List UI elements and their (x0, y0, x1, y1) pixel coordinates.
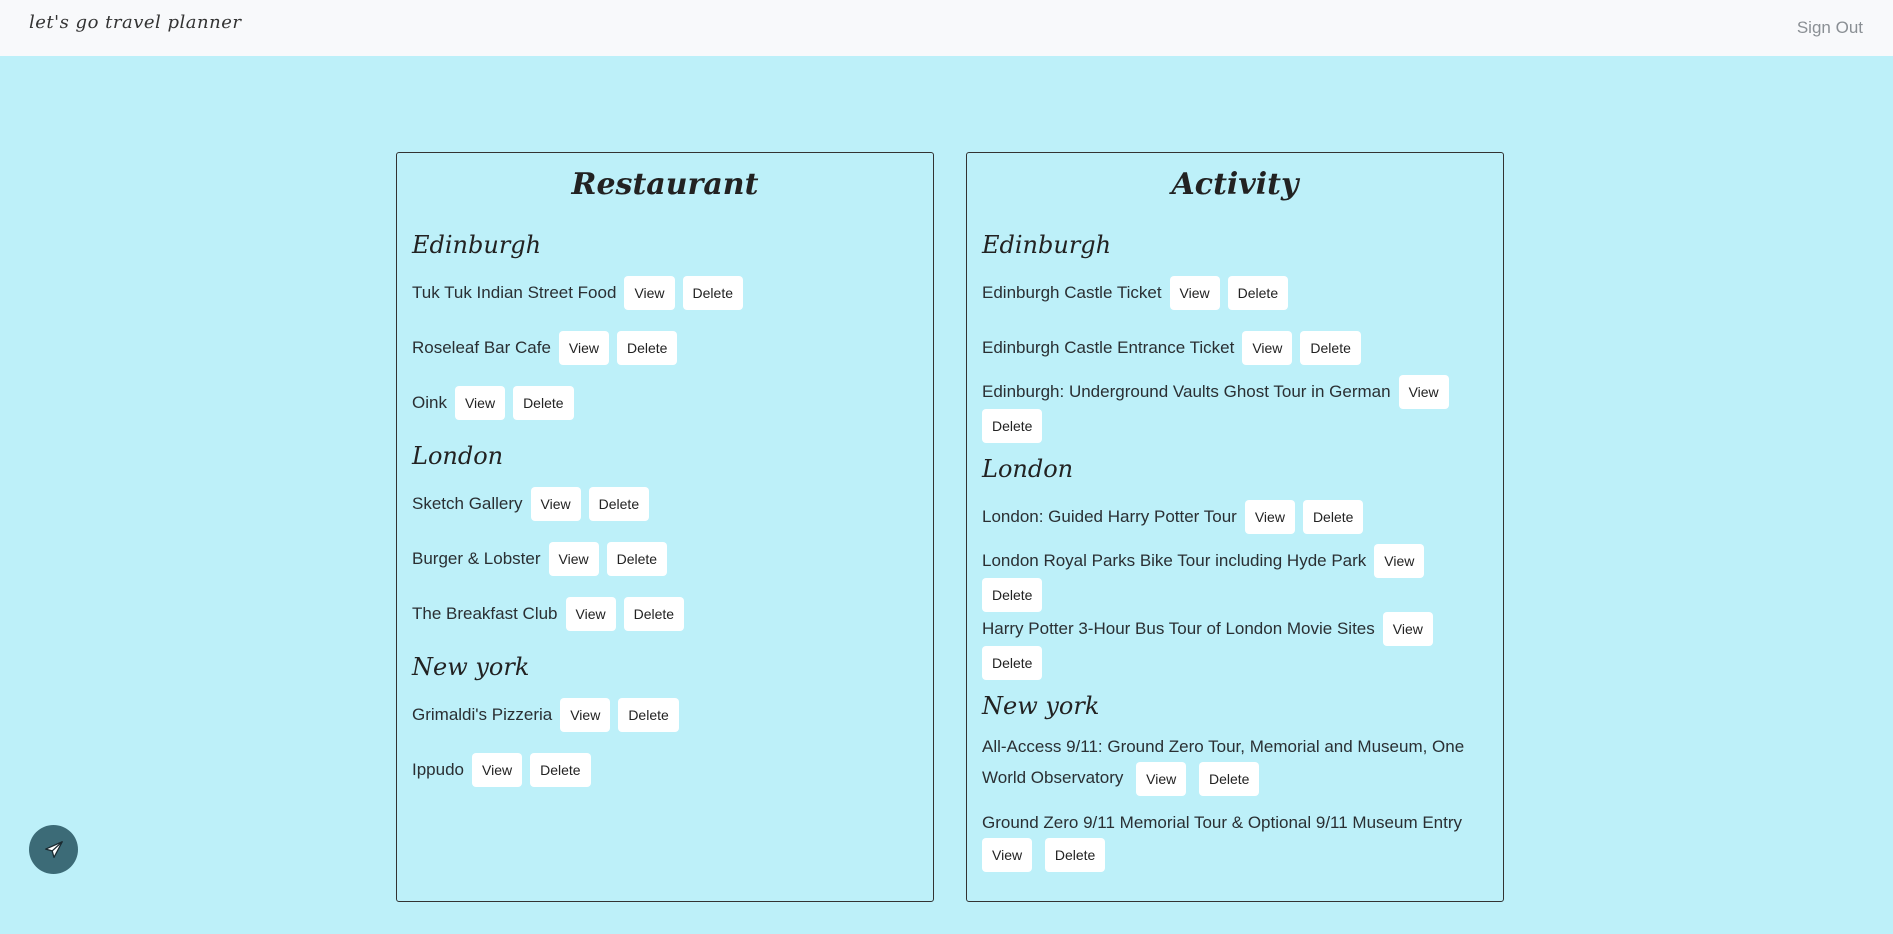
delete-button[interactable]: Delete (618, 697, 679, 732)
item-name: Roseleaf Bar Cafe (412, 337, 551, 357)
list-item: London: Guided Harry Potter Tour View De… (982, 489, 1488, 544)
brand-logo[interactable]: let's go travel planner (29, 12, 241, 33)
list-item: Edinburgh Castle Ticket View Delete (982, 265, 1488, 320)
item-name: Burger & Lobster (412, 548, 541, 568)
delete-button[interactable]: Delete (588, 486, 650, 521)
item-name: Tuk Tuk Indian Street Food (412, 282, 617, 302)
view-button[interactable]: View (560, 697, 611, 732)
view-button[interactable]: View (982, 838, 1033, 872)
city-heading: Edinburgh (412, 231, 542, 259)
delete-button[interactable]: Delete (1198, 762, 1260, 796)
view-button[interactable]: View (454, 385, 506, 420)
view-button[interactable]: View (472, 752, 523, 787)
list-item: Edinburgh Castle Entrance Ticket View De… (982, 320, 1488, 375)
delete-button[interactable]: Delete (682, 275, 743, 310)
list-item: All-Access 9/11: Ground Zero Tour, Memor… (982, 726, 1488, 802)
delete-button[interactable]: Delete (982, 646, 1043, 680)
item-name: Oink (412, 392, 447, 412)
delete-button[interactable]: Delete (1227, 275, 1289, 310)
delete-button[interactable]: Delete (513, 385, 574, 420)
delete-button[interactable]: Delete (982, 409, 1043, 443)
delete-button[interactable]: Delete (623, 596, 685, 631)
city-heading: Edinburgh (982, 231, 1112, 259)
panel-title: Activity (1171, 167, 1299, 202)
list-item: Grimaldi's Pizzeria View Delete (412, 687, 918, 742)
city-heading: London (982, 455, 1074, 483)
view-button[interactable]: View (530, 486, 581, 521)
city-heading: New york (982, 692, 1100, 720)
view-button[interactable]: View (1242, 330, 1293, 365)
view-button[interactable]: View (1398, 375, 1449, 409)
list-item: Edinburgh: Underground Vaults Ghost Tour… (982, 375, 1488, 443)
list-item: The Breakfast Club View Delete (412, 586, 918, 641)
delete-button[interactable]: Delete (1044, 838, 1106, 872)
list-item: Roseleaf Bar Cafe View Delete (412, 320, 918, 375)
item-name: Harry Potter 3-Hour Bus Tour of London M… (982, 619, 1375, 638)
panel-title: Restaurant (571, 167, 759, 202)
sign-out-link[interactable]: Sign Out (1797, 18, 1863, 38)
list-item: Tuk Tuk Indian Street Food View Delete (412, 265, 918, 320)
item-name: Edinburgh: Underground Vaults Ghost Tour… (982, 382, 1391, 401)
view-button[interactable]: View (1382, 612, 1433, 646)
activity-panel: Activity Edinburgh Edinburgh Castle Tick… (966, 152, 1504, 902)
delete-button[interactable]: Delete (1302, 499, 1364, 534)
view-button[interactable]: View (1169, 275, 1220, 310)
list-item: Burger & Lobster View Delete (412, 531, 918, 586)
item-name: Grimaldi's Pizzeria (412, 704, 553, 724)
view-button[interactable]: View (1136, 762, 1187, 796)
delete-button[interactable]: Delete (606, 541, 668, 576)
delete-button[interactable]: Delete (617, 330, 678, 365)
list-item: Ground Zero 9/11 Memorial Tour & Optiona… (982, 802, 1488, 878)
view-button[interactable]: View (558, 330, 609, 365)
delete-button[interactable]: Delete (982, 578, 1043, 612)
navbar: let's go travel planner Sign Out (0, 0, 1893, 56)
item-name: Edinburgh Castle Entrance Ticket (982, 337, 1235, 357)
item-name: London Royal Parks Bike Tour including H… (982, 551, 1367, 570)
chat-fab-button[interactable] (29, 825, 78, 874)
view-button[interactable]: View (624, 275, 675, 310)
item-name: Ippudo (412, 759, 464, 779)
list-item: Oink View Delete (412, 375, 918, 430)
view-button[interactable]: View (565, 596, 616, 631)
view-button[interactable]: View (548, 541, 599, 576)
view-button[interactable]: View (1244, 499, 1295, 534)
list-item: Ippudo View Delete (412, 742, 918, 797)
delete-button[interactable]: Delete (1300, 330, 1361, 365)
list-item: London Royal Parks Bike Tour including H… (982, 544, 1488, 612)
city-heading: New york (412, 653, 530, 681)
item-name: The Breakfast Club (412, 603, 558, 623)
item-name: London: Guided Harry Potter Tour (982, 506, 1237, 526)
list-item: Harry Potter 3-Hour Bus Tour of London M… (982, 612, 1488, 680)
item-name: Edinburgh Castle Ticket (982, 282, 1162, 302)
item-name: Sketch Gallery (412, 493, 523, 513)
city-heading: London (412, 442, 504, 470)
list-item: Sketch Gallery View Delete (412, 476, 918, 531)
airplane-icon (44, 840, 63, 858)
view-button[interactable]: View (1374, 544, 1425, 578)
restaurant-panel: Restaurant Edinburgh Tuk Tuk Indian Stre… (396, 152, 934, 902)
item-name: Ground Zero 9/11 Memorial Tour & Optiona… (982, 813, 1463, 832)
delete-button[interactable]: Delete (530, 752, 591, 787)
